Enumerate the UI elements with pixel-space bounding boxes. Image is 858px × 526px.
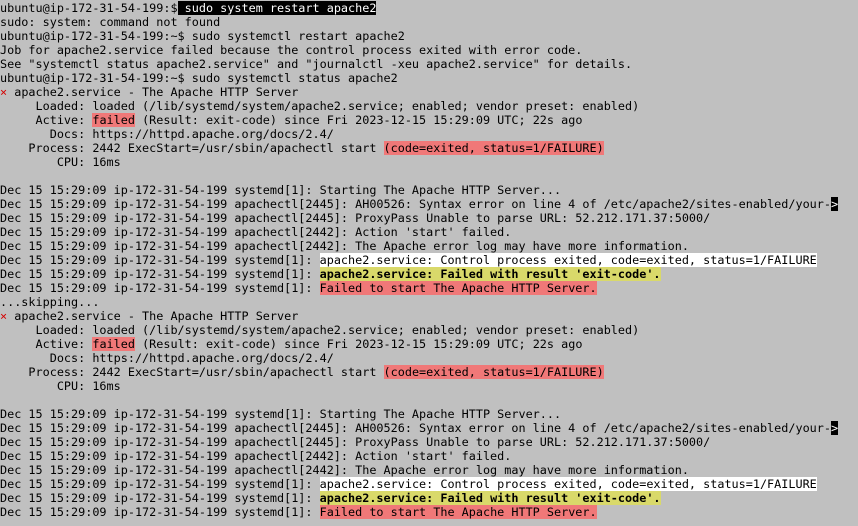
terminal-line: Dec 15 15:29:09 ip-172-31-54-199 apachec…: [0, 449, 858, 463]
output-text: ubuntu@ip-172-31-54-199:$: [0, 1, 178, 15]
output-text: Loaded: loaded (/lib/systemd/system/apac…: [0, 323, 640, 337]
terminal-line: ubuntu@ip-172-31-54-199:~$ sudo systemct…: [0, 29, 858, 43]
notice-highlight: apache2.service: Control process exited,…: [319, 477, 817, 491]
terminal-line: Job for apache2.service failed because t…: [0, 43, 858, 57]
output-text: Dec 15 15:29:09 ip-172-31-54-199 systemd…: [0, 281, 320, 295]
output-text: apache2.service - The Apache HTTP Server: [7, 309, 299, 323]
terminal-line: Dec 15 15:29:09 ip-172-31-54-199 systemd…: [0, 491, 858, 505]
output-text: apache2.service - The Apache HTTP Server: [7, 85, 299, 99]
output-text: ubuntu@ip-172-31-54-199:~$ sudo systemct…: [0, 29, 405, 43]
terminal-line: Docs: https://httpd.apache.org/docs/2.4/: [0, 351, 858, 365]
terminal-line: See "systemctl status apache2.service" a…: [0, 57, 858, 71]
notice-highlight: apache2.service: Control process exited,…: [319, 253, 817, 267]
highlighted-text: >: [830, 421, 839, 435]
output-text: sudo: system: command not found: [0, 15, 221, 29]
output-text: Dec 15 15:29:09 ip-172-31-54-199 apachec…: [0, 449, 512, 463]
terminal-line: Process: 2442 ExecStart=/usr/sbin/apache…: [0, 365, 858, 379]
terminal-line: Dec 15 15:29:09 ip-172-31-54-199 apachec…: [0, 435, 858, 449]
output-text: Dec 15 15:29:09 ip-172-31-54-199 apachec…: [0, 225, 512, 239]
terminal-line: Dec 15 15:29:09 ip-172-31-54-199 systemd…: [0, 253, 858, 267]
output-text: Process: 2442 ExecStart=/usr/sbin/apache…: [0, 365, 384, 379]
terminal-line: CPU: 16ms: [0, 155, 858, 169]
output-text: Dec 15 15:29:09 ip-172-31-54-199 systemd…: [0, 267, 320, 281]
output-text: Job for apache2.service failed because t…: [0, 43, 583, 57]
terminal-line: Dec 15 15:29:09 ip-172-31-54-199 systemd…: [0, 281, 858, 295]
error-highlight: Failed to start The Apache HTTP Server.: [319, 505, 597, 519]
output-text: (Result: exit-code) since Fri 2023-12-15…: [134, 337, 583, 351]
output-text: Dec 15 15:29:09 ip-172-31-54-199 systemd…: [0, 477, 320, 491]
terminal-line: Dec 15 15:29:09 ip-172-31-54-199 apachec…: [0, 239, 858, 253]
terminal-line: Loaded: loaded (/lib/systemd/system/apac…: [0, 323, 858, 337]
output-text: Dec 15 15:29:09 ip-172-31-54-199 systemd…: [0, 491, 320, 505]
terminal-line: Active: failed (Result: exit-code) since…: [0, 113, 858, 127]
terminal-line: Dec 15 15:29:09 ip-172-31-54-199 systemd…: [0, 407, 858, 421]
terminal-line: Process: 2442 ExecStart=/usr/sbin/apache…: [0, 141, 858, 155]
error-highlight: failed: [92, 337, 135, 351]
output-text: Dec 15 15:29:09 ip-172-31-54-199 apachec…: [0, 463, 689, 477]
output-text: ubuntu@ip-172-31-54-199:~$ sudo systemct…: [0, 71, 398, 85]
error-highlight: failed: [92, 113, 135, 127]
output-text: Dec 15 15:29:09 ip-172-31-54-199 systemd…: [0, 183, 562, 197]
output-text: ...skipping...: [0, 295, 100, 309]
highlighted-text: sudo system restart apache2: [177, 1, 377, 15]
terminal-line: Loaded: loaded (/lib/systemd/system/apac…: [0, 99, 858, 113]
output-text: CPU: 16ms: [0, 379, 121, 393]
terminal-line: Active: failed (Result: exit-code) since…: [0, 337, 858, 351]
terminal-line: Docs: https://httpd.apache.org/docs/2.4/: [0, 127, 858, 141]
warning-highlight: apache2.service: Failed with result 'exi…: [319, 491, 661, 505]
output-text: CPU: 16ms: [0, 155, 121, 169]
error-highlight: (code=exited, status=1/FAILURE): [383, 365, 604, 379]
terminal-line: ubuntu@ip-172-31-54-199:$ sudo system re…: [0, 1, 858, 15]
highlighted-text: >: [830, 197, 839, 211]
output-text: Process: 2442 ExecStart=/usr/sbin/apache…: [0, 141, 384, 155]
terminal-window[interactable]: ubuntu@ip-172-31-54-199:$ sudo system re…: [0, 0, 858, 526]
terminal-line: ...skipping...: [0, 295, 858, 309]
output-text: Dec 15 15:29:09 ip-172-31-54-199 apachec…: [0, 421, 831, 435]
terminal-line: Dec 15 15:29:09 ip-172-31-54-199 apachec…: [0, 211, 858, 225]
terminal-line: Dec 15 15:29:09 ip-172-31-54-199 apachec…: [0, 463, 858, 477]
terminal-line: Dec 15 15:29:09 ip-172-31-54-199 systemd…: [0, 183, 858, 197]
warning-highlight: apache2.service: Failed with result 'exi…: [319, 267, 661, 281]
output-text: Active:: [0, 113, 93, 127]
output-text: Docs: https://httpd.apache.org/docs/2.4/: [0, 351, 334, 365]
output-text: Loaded: loaded (/lib/systemd/system/apac…: [0, 99, 640, 113]
terminal-line: × apache2.service - The Apache HTTP Serv…: [0, 309, 858, 323]
output-text: Dec 15 15:29:09 ip-172-31-54-199 apachec…: [0, 239, 689, 253]
output-text: See "systemctl status apache2.service" a…: [0, 57, 633, 71]
error-highlight: Failed to start The Apache HTTP Server.: [319, 281, 597, 295]
error-highlight: (code=exited, status=1/FAILURE): [383, 141, 604, 155]
output-text: Dec 15 15:29:09 ip-172-31-54-199 apachec…: [0, 197, 831, 211]
terminal-line: CPU: 16ms: [0, 379, 858, 393]
output-text: Active:: [0, 337, 93, 351]
terminal-line: Dec 15 15:29:09 ip-172-31-54-199 apachec…: [0, 197, 858, 211]
terminal-line: ubuntu@ip-172-31-54-199:~$ sudo systemct…: [0, 71, 858, 85]
output-text: Dec 15 15:29:09 ip-172-31-54-199 systemd…: [0, 505, 320, 519]
terminal-line: Dec 15 15:29:09 ip-172-31-54-199 systemd…: [0, 477, 858, 491]
terminal-line: × apache2.service - The Apache HTTP Serv…: [0, 85, 858, 99]
output-text: Dec 15 15:29:09 ip-172-31-54-199 apachec…: [0, 435, 711, 449]
output-text: (Result: exit-code) since Fri 2023-12-15…: [134, 113, 583, 127]
output-text: Dec 15 15:29:09 ip-172-31-54-199 systemd…: [0, 407, 562, 421]
terminal-line: Dec 15 15:29:09 ip-172-31-54-199 apachec…: [0, 421, 858, 435]
output-text: Docs: https://httpd.apache.org/docs/2.4/: [0, 127, 334, 141]
terminal-line: sudo: system: command not found: [0, 15, 858, 29]
output-text: Dec 15 15:29:09 ip-172-31-54-199 apachec…: [0, 211, 711, 225]
terminal-line: Dec 15 15:29:09 ip-172-31-54-199 systemd…: [0, 505, 858, 519]
output-text: Dec 15 15:29:09 ip-172-31-54-199 systemd…: [0, 253, 320, 267]
terminal-line: Dec 15 15:29:09 ip-172-31-54-199 systemd…: [0, 267, 858, 281]
terminal-line: Dec 15 15:29:09 ip-172-31-54-199 apachec…: [0, 225, 858, 239]
